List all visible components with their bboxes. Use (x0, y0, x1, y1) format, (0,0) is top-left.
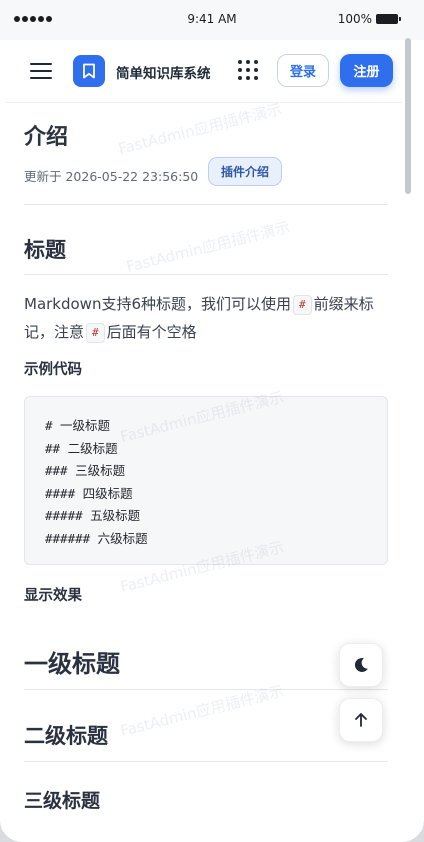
theme-toggle-button[interactable] (339, 643, 383, 687)
paragraph: Markdown支持6种标题，我们可以使用 # 前缀来标记，注意 # 后面有个空格 (24, 290, 388, 346)
moon-icon (354, 657, 368, 672)
inline-code: # (293, 295, 312, 315)
brand-name[interactable]: 简单知识库系统 (116, 62, 211, 82)
divider (24, 274, 388, 275)
code-line: # 一级标题 (45, 418, 111, 433)
demo-heading-1: 一级标题 (24, 650, 120, 678)
divider (24, 761, 388, 762)
code-line: ## 二级标题 (45, 440, 118, 456)
watermark: FastAdmin应用插件演示 (116, 99, 284, 159)
paragraph-text: 后面有个空格 (106, 323, 197, 341)
arrow-up-icon (355, 713, 367, 727)
inline-code: # (86, 323, 105, 343)
divider (24, 204, 388, 205)
scrollbar-thumb[interactable] (405, 38, 411, 194)
top-navbar: 简单知识库系统 登录 注册 (6, 40, 402, 103)
grid-dots-icon[interactable] (238, 60, 258, 80)
updated-time: 更新于 2026-05-22 23:56:50 (24, 169, 199, 184)
hamburger-icon[interactable] (30, 61, 52, 81)
code-line: ##### 五级标题 (45, 508, 141, 524)
result-label: 显示效果 (24, 588, 82, 604)
section-heading: 标题 (24, 238, 66, 262)
bookmark-icon[interactable] (73, 55, 105, 87)
paragraph-text: Markdown支持6种标题，我们可以使用 (24, 295, 292, 313)
login-button[interactable]: 登录 (277, 54, 329, 87)
category-tag[interactable]: 插件介绍 (208, 157, 283, 186)
battery-percent: 100% (337, 12, 372, 26)
divider (24, 689, 388, 690)
watermark: FastAdmin应用插件演示 (124, 217, 292, 277)
demo-heading-3: 三级标题 (24, 790, 101, 812)
example-label: 示例代码 (24, 362, 82, 378)
status-bar: 9:41 AM 100% (0, 0, 424, 40)
register-button[interactable]: 注册 (340, 54, 393, 87)
battery-icon (376, 14, 401, 24)
demo-heading-2: 二级标题 (24, 724, 108, 748)
code-line: ### 三级标题 (45, 463, 126, 479)
code-line: #### 四级标题 (45, 485, 133, 501)
phone-screen: 9:41 AM 100% 简单知识库系统 登录 注册 介绍 更新于 2026-0… (0, 0, 424, 842)
page-title: 介绍 (24, 125, 69, 150)
back-to-top-button[interactable] (339, 698, 383, 742)
code-line: ###### 六级标题 (45, 530, 148, 546)
code-block: # 一级标题 ## 二级标题 ### 三级标题 #### 四级标题 ##### … (24, 396, 388, 565)
